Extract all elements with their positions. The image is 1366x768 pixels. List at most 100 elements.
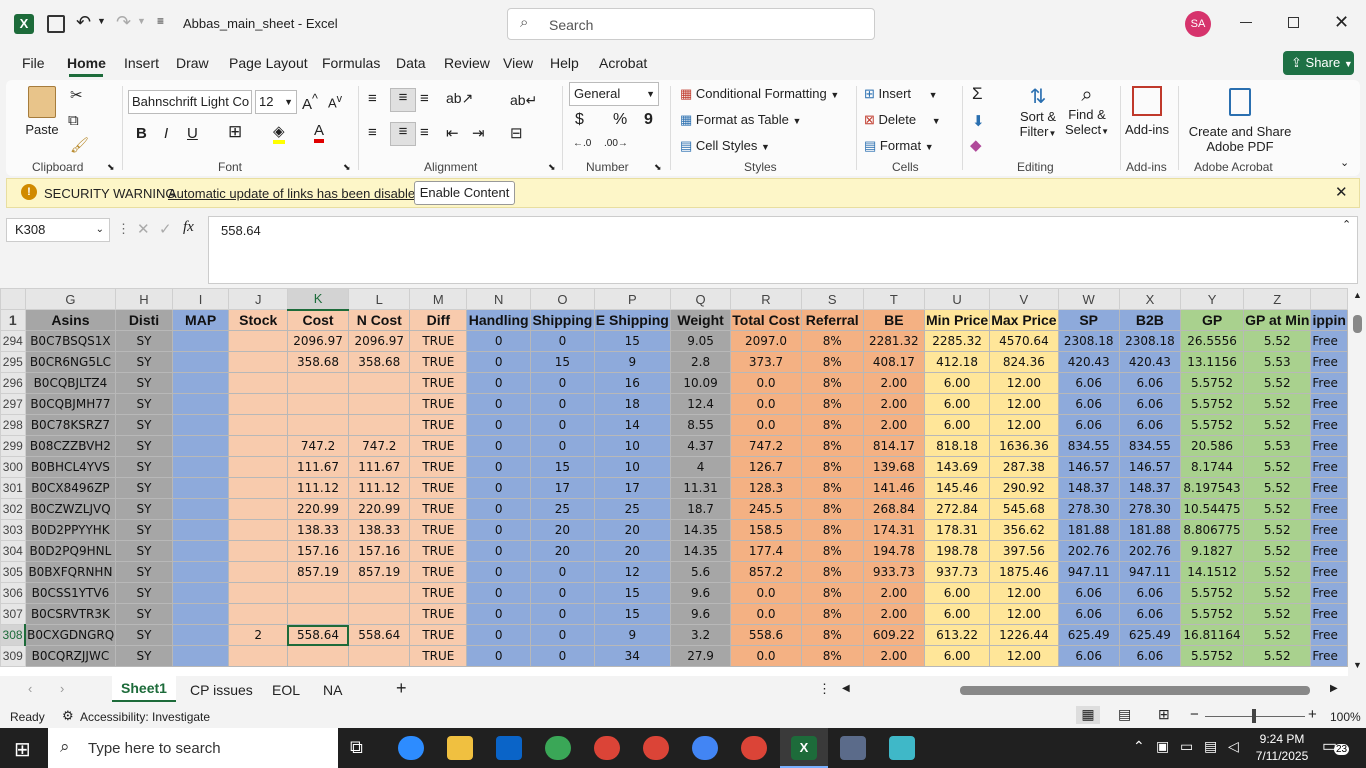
- cut-icon[interactable]: ✂: [70, 86, 83, 104]
- cell[interactable]: [171, 624, 230, 646]
- column-header[interactable]: W: [1057, 288, 1120, 310]
- column-header[interactable]: H: [115, 288, 173, 310]
- cell[interactable]: 8%: [800, 372, 864, 394]
- align-top-icon[interactable]: ≡: [368, 90, 377, 107]
- cell[interactable]: 25: [593, 498, 671, 520]
- page-break-view-icon[interactable]: ⊞: [1158, 706, 1170, 723]
- normal-view-icon[interactable]: ▦: [1076, 706, 1100, 724]
- share-button[interactable]: ⇪ Share ▼: [1283, 51, 1354, 75]
- cell[interactable]: 5.5752: [1180, 414, 1245, 436]
- cell[interactable]: 290.92: [989, 477, 1059, 499]
- cell[interactable]: 198.78: [923, 540, 991, 562]
- zoom-in-icon[interactable]: +: [1308, 706, 1317, 723]
- cell[interactable]: 15: [593, 330, 671, 352]
- cell[interactable]: 8.806775: [1180, 519, 1245, 541]
- conditional-formatting-button[interactable]: ▦ Conditional Formatting ▼: [680, 86, 839, 102]
- header-cell[interactable]: MAP: [171, 309, 230, 331]
- cell[interactable]: TRUE: [409, 435, 468, 457]
- cell[interactable]: 157.16: [348, 540, 411, 562]
- cell[interactable]: 5.6: [669, 561, 732, 583]
- cell[interactable]: 6.06: [1118, 603, 1182, 625]
- cell[interactable]: [286, 372, 350, 394]
- cell[interactable]: 14.35: [669, 519, 732, 541]
- cell[interactable]: TRUE: [409, 561, 468, 583]
- cell[interactable]: 5.52: [1243, 624, 1312, 646]
- sheet-tab-sheet1[interactable]: Sheet1: [112, 676, 176, 702]
- cell[interactable]: [171, 498, 230, 520]
- cell[interactable]: 6.00: [923, 603, 991, 625]
- add-ins-button[interactable]: Add-ins: [1124, 84, 1170, 137]
- tab-file[interactable]: File: [22, 55, 45, 71]
- cell-styles-button[interactable]: ▤ Cell Styles ▼: [680, 138, 770, 154]
- cell[interactable]: 5.5752: [1180, 393, 1245, 415]
- clipboard-launcher-icon[interactable]: ⬊: [107, 162, 115, 173]
- cell[interactable]: Free: [1310, 330, 1348, 352]
- cell[interactable]: B0CZWZLJVQ: [24, 498, 117, 520]
- comma-button[interactable]: 9: [644, 111, 653, 129]
- customize-qat-icon[interactable]: ≡: [157, 14, 164, 28]
- cell[interactable]: 26.5556: [1180, 330, 1245, 352]
- cell[interactable]: 0: [466, 645, 532, 667]
- cell[interactable]: TRUE: [409, 351, 468, 373]
- cell[interactable]: 0: [466, 582, 532, 604]
- cell[interactable]: 834.55: [1057, 435, 1120, 457]
- cell[interactable]: 15: [593, 582, 671, 604]
- cell[interactable]: 5.53: [1243, 435, 1312, 457]
- cell[interactable]: 2.00: [862, 582, 925, 604]
- tab-insert[interactable]: Insert: [124, 55, 159, 71]
- cell[interactable]: 138.33: [286, 519, 350, 541]
- align-left-icon[interactable]: ≡: [368, 124, 377, 141]
- cell[interactable]: 278.30: [1057, 498, 1120, 520]
- cell[interactable]: 358.68: [286, 351, 350, 373]
- clock[interactable]: 9:24 PM 7/11/2025: [1250, 731, 1314, 765]
- cell[interactable]: 412.18: [923, 351, 991, 373]
- cell[interactable]: [171, 372, 230, 394]
- cell[interactable]: [228, 603, 288, 625]
- fill-icon[interactable]: ⬇: [972, 112, 985, 130]
- add-sheet-icon[interactable]: +: [396, 678, 407, 699]
- cell[interactable]: [228, 519, 288, 541]
- cell[interactable]: 15: [530, 351, 595, 373]
- cell[interactable]: 0: [466, 435, 532, 457]
- cell[interactable]: 8%: [800, 624, 864, 646]
- row-header[interactable]: 306: [0, 582, 26, 604]
- cell[interactable]: 6.00: [923, 582, 991, 604]
- column-header[interactable]: X: [1118, 288, 1182, 310]
- column-header[interactable]: Y: [1180, 288, 1245, 310]
- header-cell[interactable]: Disti: [115, 309, 173, 331]
- cell[interactable]: 857.2: [730, 561, 802, 583]
- row-header[interactable]: 294: [0, 330, 26, 352]
- cell[interactable]: 5.52: [1243, 603, 1312, 625]
- undo-icon[interactable]: ↶: [76, 12, 91, 33]
- cell[interactable]: 220.99: [286, 498, 350, 520]
- column-header[interactable]: K: [286, 288, 350, 311]
- cell[interactable]: [171, 477, 230, 499]
- row-header[interactable]: 303: [0, 519, 26, 541]
- find-select-button[interactable]: ⌕ Find & Select▼: [1064, 84, 1110, 137]
- cell[interactable]: [348, 582, 411, 604]
- chrome-icon[interactable]: [545, 736, 571, 760]
- cell[interactable]: 5.53: [1243, 351, 1312, 373]
- percent-button[interactable]: %: [613, 111, 627, 129]
- cell[interactable]: 1636.36: [989, 435, 1059, 457]
- cell[interactable]: B0C78KSRZ7: [24, 414, 117, 436]
- cell[interactable]: 5.52: [1243, 582, 1312, 604]
- cell[interactable]: [286, 582, 350, 604]
- tab-home[interactable]: Home: [67, 55, 106, 71]
- windows-start-icon[interactable]: ⊞: [14, 737, 31, 762]
- cell[interactable]: 111.12: [348, 477, 411, 499]
- cell[interactable]: TRUE: [409, 456, 468, 478]
- insert-function-button[interactable]: fx: [183, 219, 194, 236]
- alignment-launcher-icon[interactable]: ⬊: [548, 162, 556, 173]
- cell[interactable]: 558.6: [730, 624, 802, 646]
- cell[interactable]: 5.52: [1243, 330, 1312, 352]
- cell[interactable]: 12.4: [669, 393, 732, 415]
- name-box[interactable]: K308 ⌄: [6, 218, 110, 242]
- cell[interactable]: B0CR6NG5LC: [24, 351, 117, 373]
- close-warning-icon[interactable]: ✕: [1335, 183, 1348, 201]
- font-size-select[interactable]: 12 ▼: [255, 90, 297, 114]
- cell[interactable]: 138.33: [348, 519, 411, 541]
- insert-cells-button[interactable]: ⊞ Insert ▼: [864, 86, 938, 102]
- cell[interactable]: 937.73: [923, 561, 991, 583]
- cell[interactable]: 111.67: [286, 456, 350, 478]
